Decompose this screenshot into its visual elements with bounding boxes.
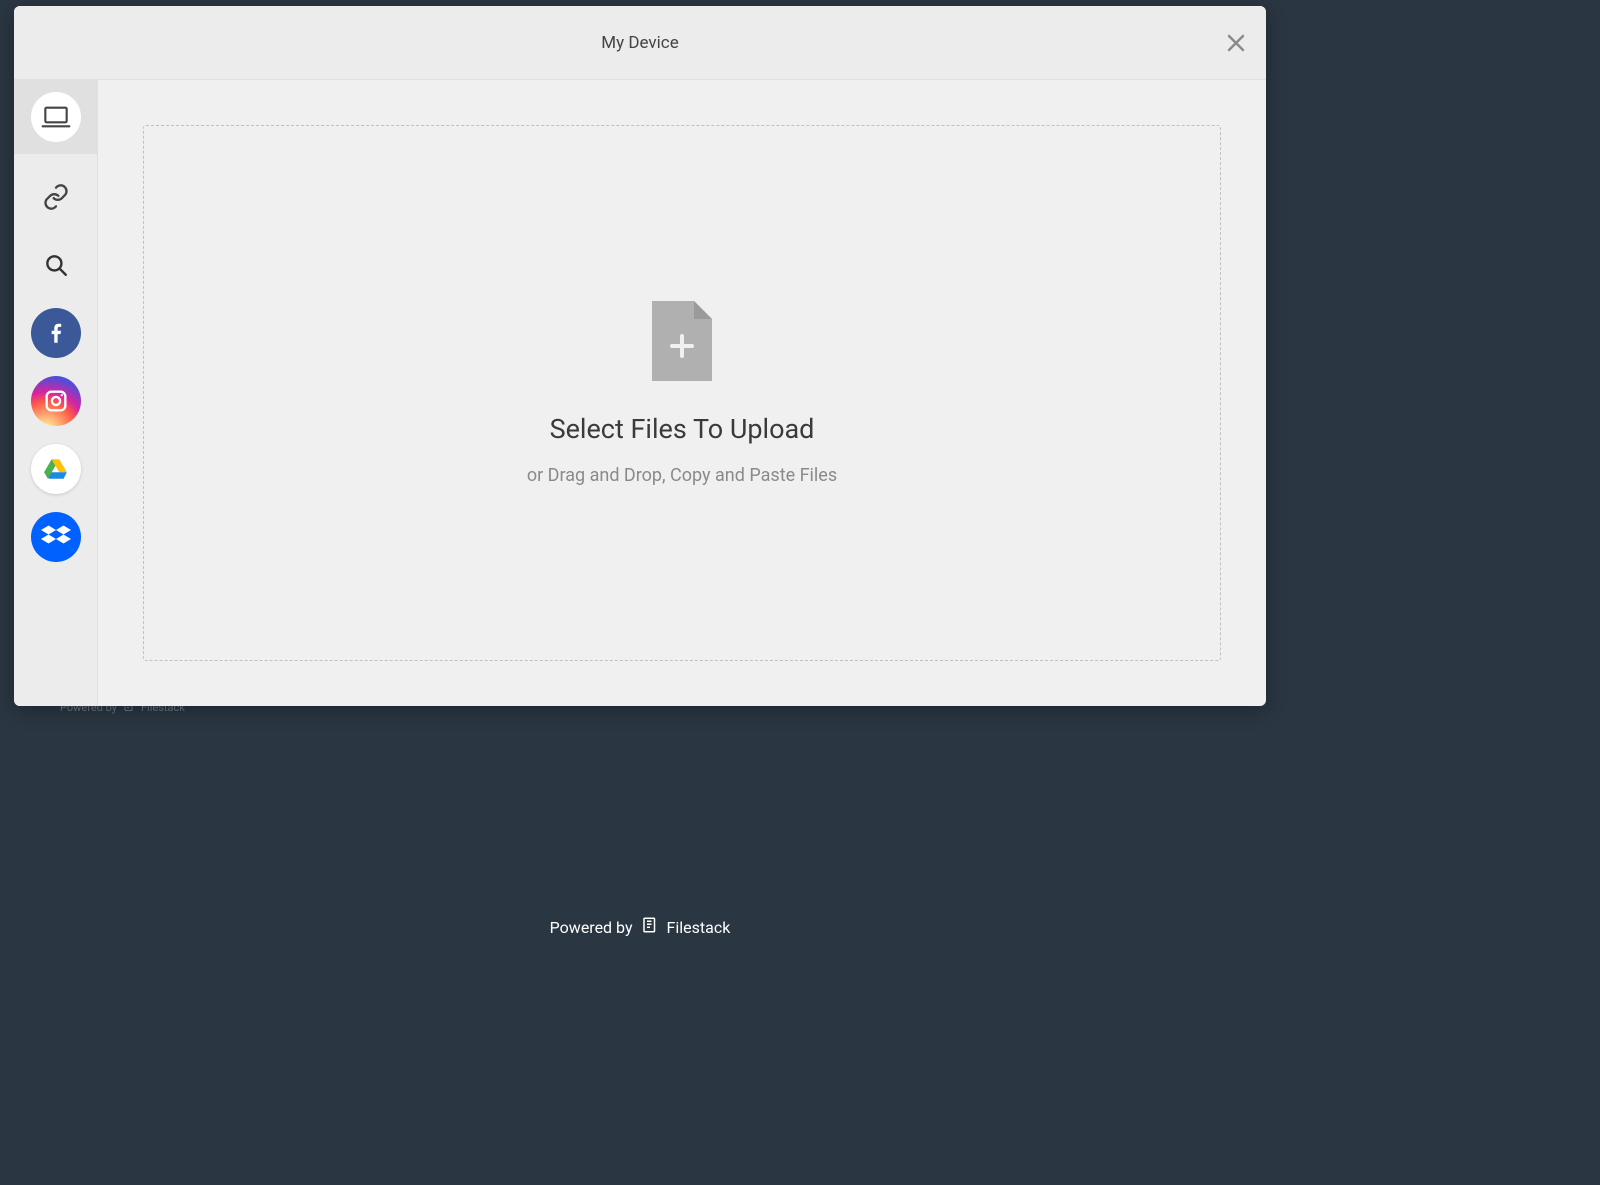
link-icon: [42, 183, 70, 211]
close-button[interactable]: [1224, 31, 1248, 55]
search-icon: [43, 252, 69, 278]
instagram-icon: [42, 387, 70, 415]
file-dropzone[interactable]: Select Files To Upload or Drag and Drop,…: [143, 125, 1221, 661]
source-search[interactable]: [31, 240, 81, 290]
header-title: My Device: [601, 33, 678, 53]
source-instagram[interactable]: [31, 376, 81, 426]
footer-attribution: Powered by Filestack: [0, 906, 1280, 948]
facebook-icon: [43, 320, 69, 346]
dropbox-icon: [41, 522, 71, 552]
file-picker-modal: My Device: [14, 6, 1266, 706]
source-my-device[interactable]: [14, 80, 98, 154]
source-facebook[interactable]: [31, 308, 81, 358]
content-area: Select Files To Upload or Drag and Drop,…: [98, 80, 1266, 706]
file-add-icon: [652, 301, 712, 385]
laptop-icon: [40, 101, 72, 133]
google-drive-icon: [43, 456, 69, 482]
modal-body: Select Files To Upload or Drag and Drop,…: [14, 80, 1266, 706]
close-icon: [1224, 31, 1248, 55]
source-dropbox[interactable]: [31, 512, 81, 562]
source-sidebar: [14, 80, 98, 706]
modal-header: My Device: [14, 6, 1266, 80]
source-link[interactable]: [31, 172, 81, 222]
filestack-logo-icon: [641, 916, 659, 938]
powered-by-label: Powered by: [550, 918, 633, 937]
dropzone-primary-text: Select Files To Upload: [550, 413, 815, 445]
source-googledrive[interactable]: [31, 444, 81, 494]
brand-label: Filestack: [667, 918, 731, 937]
dropzone-secondary-text: or Drag and Drop, Copy and Paste Files: [527, 465, 837, 486]
